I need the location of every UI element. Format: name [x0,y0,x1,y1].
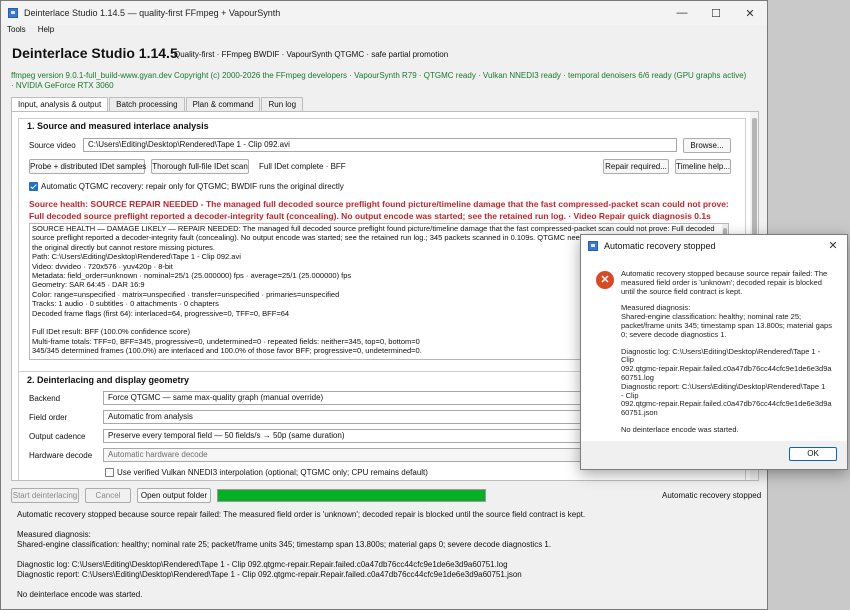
status-text: Automatic recovery stopped [662,491,762,500]
dialog-line: No deinterlace encode was started. [621,424,739,434]
dialog-paragraph: Measured diagnosis: Shared-engine classif… [621,304,833,339]
health-line-2: Full decoded source preflight reported a… [29,211,711,221]
progress-fill [218,490,485,501]
tagline: Quality-first · FFmpeg BWDIF · VapourSyn… [174,50,449,59]
dialog-line: Diagnostic log: C:\Users\Editing\Desktop… [621,346,821,365]
dialog-title-bar[interactable]: Automatic recovery stopped [581,235,847,257]
minimize-button[interactable]: — [665,1,699,25]
auto-recovery-label: Automatic QTGMC recovery: repair only fo… [41,182,344,191]
error-icon: ✕ [596,271,614,289]
hardware-decode-label: Hardware decode [29,451,93,460]
log-line: SOURCE HEALTH — DAMAGE LIKELY — REPAIR N… [32,224,715,233]
dialog-close-icon[interactable]: ✕ [825,238,841,254]
close-button[interactable]: ✕ [733,1,767,25]
source-video-label: Source video [29,141,76,150]
message-line: No deinterlace encode was started. [17,590,143,599]
ok-button[interactable]: OK [789,447,837,461]
dialog-line: until the source field contract is kept. [621,286,743,296]
vulkan-nnedi3-checkbox[interactable] [105,468,114,477]
auto-recovery-checkbox[interactable] [29,182,38,191]
app-title: Deinterlace Studio 1.14.5 [12,45,178,61]
thorough-idet-button[interactable]: Thorough full-file IDet scan [151,159,249,174]
dialog-line: Diagnostic report: C:\Users\Editing\Desk… [621,381,826,391]
menu-bar: Tools Help [1,25,767,37]
tab-batch-processing[interactable]: Batch processing [109,97,185,112]
message-line [17,580,585,590]
timeline-help-button[interactable]: Timeline help... [675,159,731,174]
open-output-folder-button[interactable]: Open output folder [137,488,211,503]
message-line: Measured diagnosis: [17,530,91,539]
health-line-1: Source health: SOURCE REPAIR NEEDED - Th… [29,199,729,209]
output-cadence-label: Output cadence [29,432,86,441]
start-deinterlacing-button[interactable]: Start deinterlacing [11,488,79,503]
recovery-stopped-dialog: Automatic recovery stopped ✕ ✕ Automatic… [580,234,848,470]
probe-idet-button[interactable]: Probe + distributed IDet samples [29,159,146,174]
dialog-footer: OK [581,441,847,469]
maximize-button[interactable]: ☐ [699,1,733,25]
idet-status: Full IDet complete · BFF [259,162,346,171]
dialog-title: Automatic recovery stopped [604,241,716,251]
menu-tools[interactable]: Tools [1,25,32,37]
app-icon [8,8,18,18]
dialog-message: Automatic recovery stopped because sourc… [621,269,833,443]
progress-bar [217,489,486,502]
version-info: ffmpeg version 9.0.1-full_build-www.gyan… [11,71,747,90]
message-line: Shared-engine classification: healthy; n… [17,540,552,549]
menu-help[interactable]: Help [32,25,60,37]
section1-title: 1. Source and measured interlace analysi… [27,121,209,131]
message-line [17,550,585,560]
dialog-paragraph: Diagnostic log: C:\Users\Editing\Desktop… [621,346,833,418]
dialog-app-icon [588,241,598,251]
dialog-line: 60751.json [621,408,658,418]
message-line: Diagnostic log: C:\Users\Editing\Desktop… [17,560,508,569]
field-order-label: Field order [29,413,68,422]
tab-run-log[interactable]: Run log [261,97,304,112]
backend-label: Backend [29,394,61,403]
dialog-line: 0; severe decode diagnostics 1. [621,329,727,339]
tab-bar: Input, analysis & output Batch processin… [11,97,304,113]
message-line: Automatic recovery stopped because sourc… [17,510,586,519]
repair-required-button[interactable]: Repair required... [603,159,669,174]
dialog-paragraph: Automatic recovery stopped because sourc… [621,269,833,296]
message-line: Diagnostic report: C:\Users\Editing\Desk… [17,570,522,579]
cancel-button[interactable]: Cancel [85,488,131,503]
tab-plan-command[interactable]: Plan & command [185,97,261,112]
result-message: Automatic recovery stopped because sourc… [17,510,585,600]
window-title: Deinterlace Studio 1.14.5 — quality-firs… [24,8,281,18]
browse-button[interactable]: Browse... [683,138,731,153]
section2-title: 2. Deinterlacing and display geometry [27,375,190,385]
message-line [17,520,585,530]
vulkan-nnedi3-label: Use verified Vulkan NNEDI3 interpolation… [117,468,428,477]
title-bar[interactable]: Deinterlace Studio 1.14.5 — quality-firs… [1,1,767,25]
source-health-message: Source health: SOURCE REPAIR NEEDED - Th… [29,198,729,222]
source-video-field[interactable]: C:\Users\Editing\Desktop\Rendered\Tape 1… [83,138,677,152]
dialog-paragraph: No deinterlace encode was started. [621,424,833,435]
